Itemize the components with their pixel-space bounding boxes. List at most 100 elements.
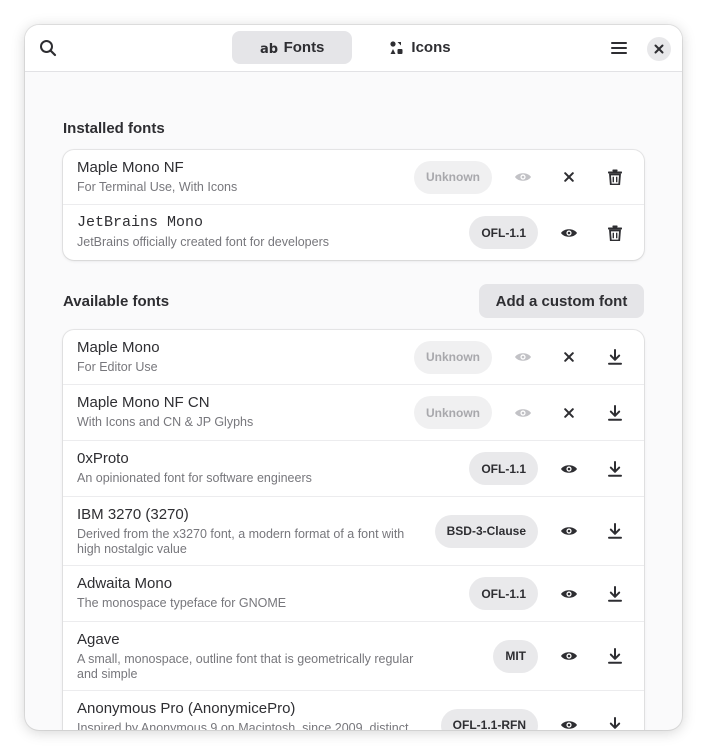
- font-info: JetBrains Mono JetBrains officially crea…: [77, 214, 422, 250]
- license-badge[interactable]: OFL-1.1: [469, 216, 538, 249]
- font-name: Anonymous Pro (AnonymicePro): [77, 700, 296, 717]
- text-ab-icon: ab: [260, 42, 278, 56]
- license-badge[interactable]: OFL-1.1: [469, 577, 538, 610]
- app-window: ab Fonts Icons Installed fonts Maple Mon…: [25, 25, 682, 730]
- download-button[interactable]: [600, 516, 630, 546]
- font-name: JetBrains Mono: [77, 214, 204, 231]
- eye-icon: [561, 721, 577, 729]
- license-badge: Unknown: [414, 340, 492, 374]
- list-item: Adwaita Mono The monospace typeface for …: [63, 566, 644, 622]
- list-item: Maple Mono NF CN With Icons and CN & JP …: [63, 385, 644, 441]
- font-description: With Icons and CN & JP Glyphs: [77, 415, 254, 429]
- view-switcher: ab Fonts Icons: [232, 31, 480, 64]
- svg-text:ab: ab: [260, 42, 278, 56]
- tab-fonts[interactable]: ab Fonts: [232, 31, 352, 64]
- download-button[interactable]: [600, 454, 630, 484]
- license-badge[interactable]: OFL-1.1: [469, 452, 538, 485]
- eye-icon: [561, 527, 577, 535]
- icon-set-icon: [390, 40, 403, 54]
- download-icon: [608, 585, 622, 602]
- x-icon: [564, 352, 574, 362]
- delete-button[interactable]: [600, 162, 630, 192]
- preview-button[interactable]: [554, 218, 584, 248]
- available-fonts-list: Maple Mono For Editor Use Unknown Maple …: [63, 330, 644, 730]
- font-info: Maple Mono For Editor Use: [77, 339, 422, 375]
- eye-icon: [515, 408, 531, 417]
- preview-button[interactable]: [554, 579, 584, 609]
- close-icon: [654, 44, 664, 54]
- font-description: Derived from the x3270 font, a modern fo…: [77, 527, 405, 556]
- remove-button[interactable]: [554, 398, 584, 428]
- font-info: Anonymous Pro (AnonymicePro) Inspired by…: [77, 700, 422, 730]
- font-description: JetBrains officially created font for de…: [77, 235, 329, 249]
- installed-fonts-list: Maple Mono NF For Terminal Use, With Ico…: [63, 150, 644, 260]
- download-button[interactable]: [600, 398, 630, 428]
- add-custom-font-button[interactable]: Add a custom font: [479, 284, 644, 318]
- license-badge[interactable]: BSD-3-Clause: [434, 514, 538, 548]
- main-content[interactable]: Installed fonts Maple Mono NF For Termin…: [25, 72, 682, 730]
- font-description: For Editor Use: [77, 360, 158, 374]
- search-icon: [40, 40, 57, 57]
- download-button[interactable]: [600, 710, 630, 730]
- eye-icon: [515, 353, 531, 361]
- list-item: Maple Mono NF For Terminal Use, With Ico…: [63, 150, 644, 205]
- tab-icons[interactable]: Icons: [360, 31, 480, 64]
- download-icon: [608, 460, 622, 477]
- font-info: Agave A small, monospace, outline font t…: [77, 631, 422, 682]
- list-item: Agave A small, monospace, outline font t…: [63, 622, 644, 691]
- preview-button[interactable]: [554, 516, 584, 546]
- preview-button: [508, 162, 538, 192]
- license-badge: Unknown: [414, 396, 492, 429]
- preview-button[interactable]: [554, 710, 584, 730]
- row-actions: Unknown: [414, 330, 630, 384]
- download-icon: [608, 349, 622, 365]
- font-info: Adwaita Mono The monospace typeface for …: [77, 575, 422, 611]
- font-name: Agave: [77, 631, 120, 648]
- trash-icon: [608, 225, 622, 241]
- eye-icon: [561, 652, 577, 660]
- preview-button[interactable]: [554, 641, 584, 671]
- remove-button[interactable]: [554, 342, 584, 372]
- font-info: Maple Mono NF For Terminal Use, With Ico…: [77, 159, 422, 195]
- download-icon: [608, 404, 622, 421]
- eye-icon: [561, 228, 577, 237]
- main-menu-button[interactable]: [605, 35, 633, 61]
- list-item: 0xProto An opinionated font for software…: [63, 441, 644, 497]
- license-badge[interactable]: MIT: [493, 639, 538, 673]
- license-badge: Unknown: [414, 160, 492, 194]
- font-description: A small, monospace, outline font that is…: [77, 652, 414, 681]
- font-name: Maple Mono: [77, 339, 160, 356]
- license-badge[interactable]: OFL-1.1-RFN: [440, 708, 538, 730]
- row-actions: OFL-1.1: [469, 441, 630, 496]
- row-actions: MIT: [493, 622, 630, 690]
- download-button[interactable]: [600, 342, 630, 372]
- preview-button[interactable]: [554, 454, 584, 484]
- font-description: An opinionated font for software enginee…: [77, 471, 312, 485]
- search-button[interactable]: [35, 35, 61, 61]
- list-item: IBM 3270 (3270) Derived from the x3270 f…: [63, 497, 644, 566]
- row-actions: Unknown: [414, 385, 630, 440]
- eye-icon: [515, 173, 531, 181]
- row-actions: BSD-3-Clause: [434, 497, 630, 565]
- font-name: 0xProto: [77, 450, 129, 467]
- tab-fonts-label: Fonts: [283, 39, 325, 56]
- font-info: 0xProto An opinionated font for software…: [77, 450, 422, 486]
- font-name: IBM 3270 (3270): [77, 506, 189, 523]
- list-item: Anonymous Pro (AnonymicePro) Inspired by…: [63, 691, 644, 730]
- close-window-button[interactable]: [647, 37, 671, 61]
- font-info: Maple Mono NF CN With Icons and CN & JP …: [77, 394, 422, 430]
- font-description: The monospace typeface for GNOME: [77, 596, 287, 610]
- trash-icon: [608, 169, 622, 185]
- delete-button[interactable]: [600, 218, 630, 248]
- list-item: JetBrains Mono JetBrains officially crea…: [63, 205, 644, 260]
- hamburger-menu-icon: [611, 42, 627, 54]
- remove-button[interactable]: [554, 162, 584, 192]
- download-button[interactable]: [600, 579, 630, 609]
- tab-icons-label: Icons: [411, 39, 451, 56]
- preview-button: [508, 398, 538, 428]
- row-actions: OFL-1.1: [469, 205, 630, 260]
- row-actions: OFL-1.1: [469, 566, 630, 621]
- row-actions: Unknown: [414, 150, 630, 204]
- row-actions: OFL-1.1-RFN: [440, 691, 630, 730]
- download-button[interactable]: [600, 641, 630, 671]
